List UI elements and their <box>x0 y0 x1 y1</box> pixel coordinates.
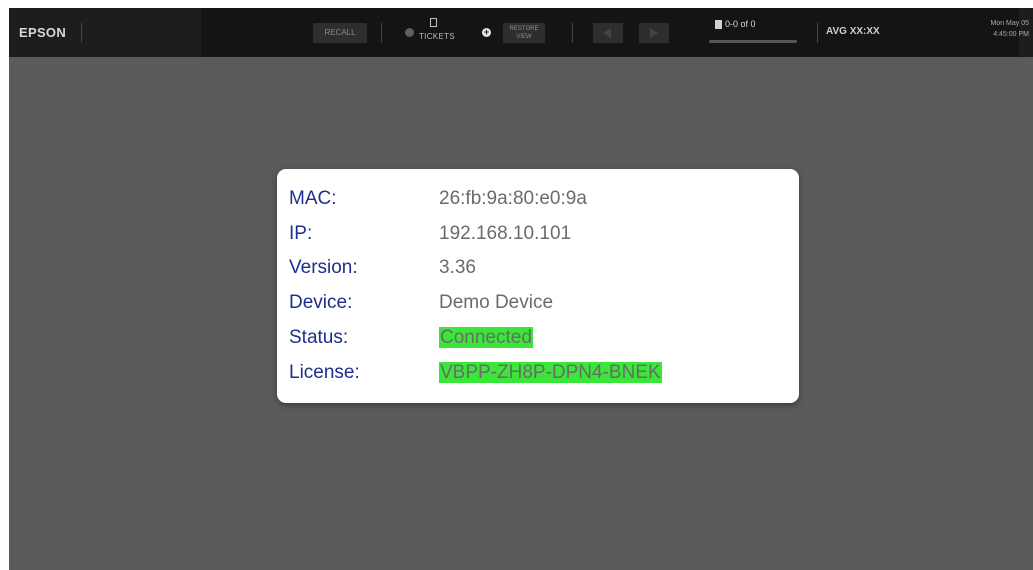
license-value: VBPP-ZH8P-DPN4-BNEK <box>439 362 662 383</box>
tickets-icon[interactable] <box>430 18 437 27</box>
chevron-right-icon <box>650 28 658 38</box>
tickets-button-label[interactable]: TICKETS <box>419 32 455 41</box>
license-label: License: <box>289 362 360 383</box>
next-button[interactable] <box>639 23 669 43</box>
top-bar: EPSON RECALL TICKETS + RESTORE VIEW 0-0 … <box>9 8 1033 57</box>
divider <box>381 23 382 43</box>
restore-view-button[interactable]: RESTORE VIEW <box>503 23 545 43</box>
device-label: Device: <box>289 292 353 313</box>
license-value-wrap: VBPP-ZH8P-DPN4-BNEK <box>439 358 662 388</box>
mac-row: MAC: 26:fb:9a:80:e0:9a <box>277 184 799 214</box>
mac-value: 26:fb:9a:80:e0:9a <box>439 188 587 209</box>
app-frame: EPSON RECALL TICKETS + RESTORE VIEW 0-0 … <box>9 8 1033 570</box>
pager-count: 0-0 of 0 <box>725 19 756 29</box>
mac-label: MAC: <box>289 188 337 209</box>
license-row: License: VBPP-ZH8P-DPN4-BNEK <box>277 358 799 388</box>
version-value: 3.36 <box>439 257 476 278</box>
status-row: Status: Connected <box>277 323 799 353</box>
pager-scrollbar[interactable] <box>709 40 797 43</box>
ip-value: 192.168.10.101 <box>439 223 572 244</box>
status-label: Status: <box>289 327 349 348</box>
clock-time: 4:45:00 PM <box>993 31 1029 38</box>
clock-date: Mon May 05 <box>990 20 1029 27</box>
divider <box>572 23 573 43</box>
ip-label: IP: <box>289 223 313 244</box>
device-value: Demo Device <box>439 292 554 313</box>
epson-logo: EPSON <box>19 25 67 40</box>
average-time: AVG XX:XX <box>826 26 880 37</box>
status-value: Connected <box>439 327 533 348</box>
device-info-dialog: MAC: 26:fb:9a:80:e0:9a IP: 192.168.10.10… <box>277 169 799 403</box>
chevron-left-icon <box>603 28 611 38</box>
version-row: Version: 3.36 <box>277 253 799 283</box>
divider <box>817 23 818 43</box>
status-value-wrap: Connected <box>439 323 533 353</box>
minus-circle-icon[interactable] <box>405 28 414 37</box>
version-label: Version: <box>289 257 358 278</box>
clock: Mon May 05 4:45:00 PM <box>990 18 1029 40</box>
plus-circle-icon[interactable]: + <box>482 28 491 37</box>
previous-button[interactable] <box>593 23 623 43</box>
recall-button[interactable]: RECALL <box>313 23 367 43</box>
ip-row: IP: 192.168.10.101 <box>277 219 799 249</box>
page-icon <box>715 20 722 29</box>
divider <box>81 23 82 43</box>
device-row: Device: Demo Device <box>277 288 799 318</box>
